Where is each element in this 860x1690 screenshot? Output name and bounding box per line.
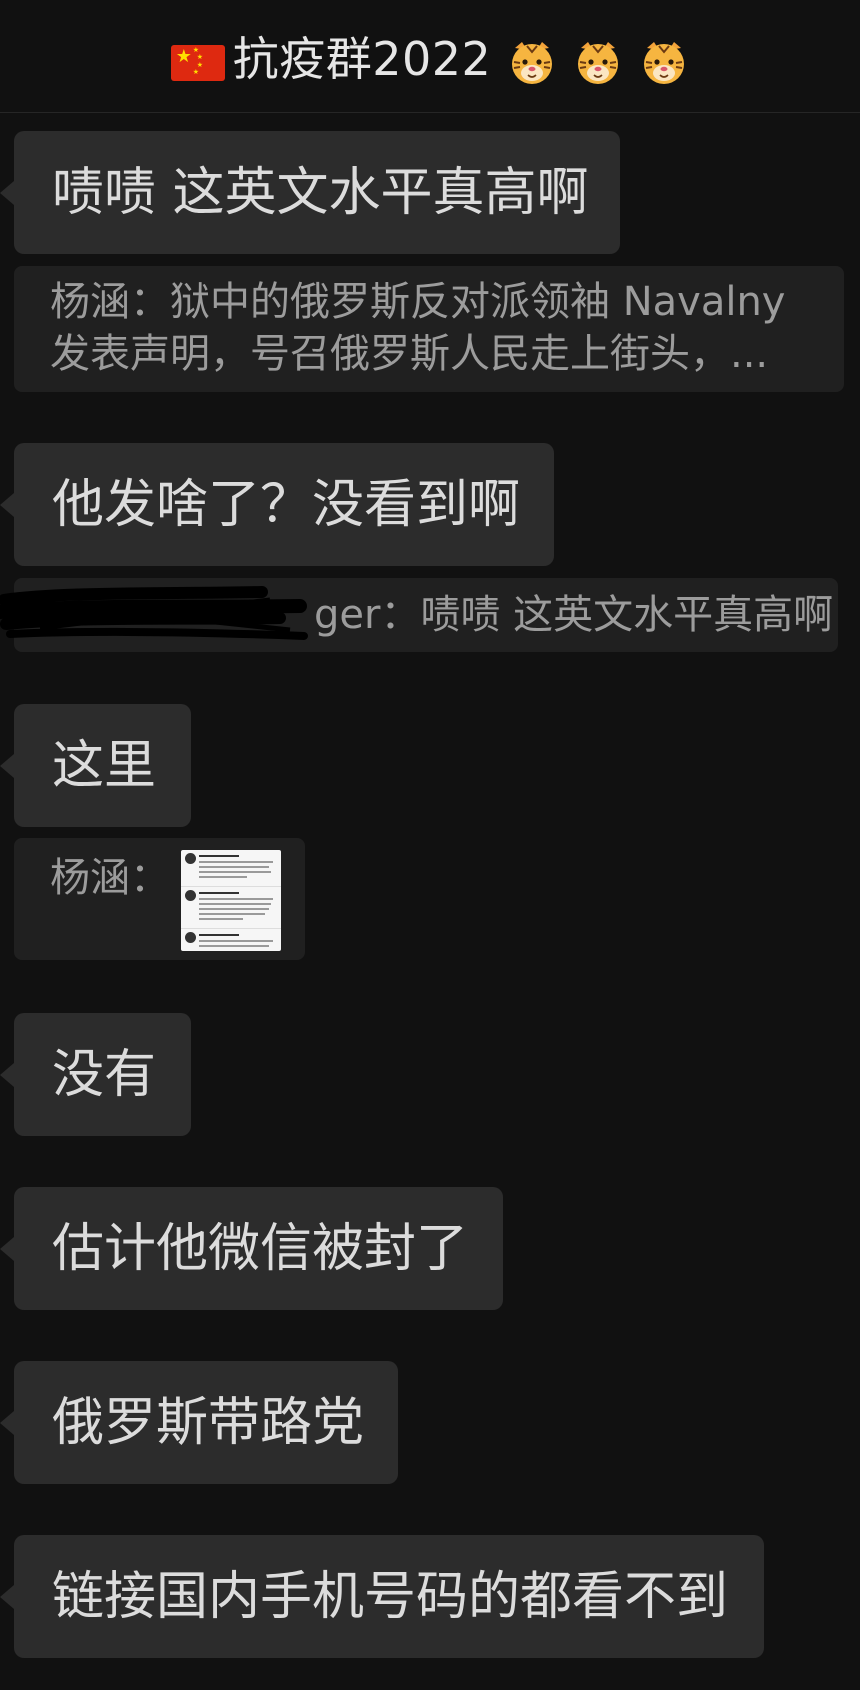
tiger-face-icon [644, 41, 685, 84]
china-flag-icon: ★ ★ ★ ★ ★ [170, 44, 225, 81]
message-text: 啧啧 这英文水平真高啊 [52, 162, 589, 223]
quote-line: 发表声明，号召俄罗斯人民走上街头，... [50, 331, 769, 377]
quote-sender: 杨涵： [50, 855, 170, 901]
chat-title[interactable]: ★ ★ ★ ★ ★ 抗疫群2022 [170, 23, 690, 89]
message-bubble[interactable]: 啧啧 这英文水平真高啊 [0, 131, 620, 254]
redaction-scribble [0, 586, 308, 640]
tweet-screenshot-thumbnail[interactable] [181, 850, 281, 951]
tiger-face-icon [512, 41, 553, 84]
chat-title-text: 抗疫群2022 [232, 32, 492, 86]
quote-line: 杨涵：狱中的俄罗斯反对派领袖 Navalny [50, 279, 786, 325]
quoted-message[interactable]: 杨涵：狱中的俄罗斯反对派领袖 Navalny 发表声明，号召俄罗斯人民走上街头，… [14, 266, 844, 392]
message-bubble[interactable]: 估计他微信被封了 [0, 1187, 503, 1310]
message-bubble[interactable]: 链接国内手机号码的都看不到 [0, 1535, 764, 1658]
message-text: 链接国内手机号码的都看不到 [52, 1566, 729, 1627]
message-text: 俄罗斯带路党 [52, 1392, 365, 1453]
chat-header: ★ ★ ★ ★ ★ 抗疫群2022 [0, 0, 860, 113]
message-text: 这里 [52, 735, 157, 796]
message-text: 没有 [52, 1044, 157, 1105]
message-text: 他发啥了？没看到啊 [52, 474, 521, 535]
message-bubble[interactable]: 没有 [0, 1013, 191, 1136]
message-bubble[interactable]: 俄罗斯带路党 [0, 1361, 398, 1484]
message-bubble[interactable]: 他发啥了？没看到啊 [0, 443, 554, 566]
quote-text: 啧啧 这英文水平真高啊 [420, 592, 834, 638]
tiger-face-icon [578, 41, 619, 84]
message-bubble[interactable]: 这里 [0, 704, 191, 827]
message-text: 估计他微信被封了 [52, 1218, 469, 1279]
